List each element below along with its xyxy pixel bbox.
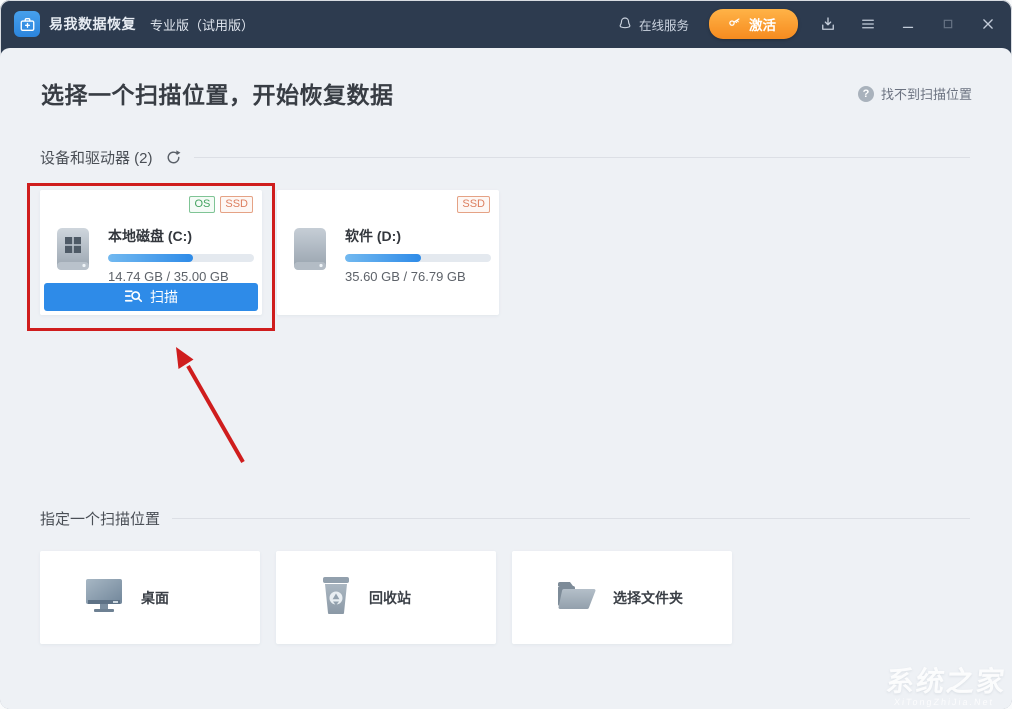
location-label: 选择文件夹 — [613, 589, 683, 606]
hard-drive-icon — [289, 226, 331, 284]
location-label: 回收站 — [369, 589, 411, 606]
help-label: 找不到扫描位置 — [880, 87, 972, 102]
help-link[interactable]: ? 找不到扫描位置 — [857, 84, 972, 103]
close-button[interactable] — [978, 14, 998, 34]
app-edition: 专业版（试用版） — [150, 17, 255, 33]
capacity-bar — [345, 254, 491, 262]
divider — [193, 157, 970, 158]
specify-section-header: 指定一个扫描位置 — [40, 508, 970, 529]
activate-label: 激活 — [749, 18, 776, 33]
capacity-bar-fill — [345, 254, 421, 262]
ssd-badge: SSD — [220, 196, 253, 213]
scan-button[interactable]: 扫描 — [44, 283, 258, 311]
drive-size: 35.60 GB / 76.79 GB — [345, 269, 466, 284]
app-name: 易我数据恢复 — [49, 16, 136, 32]
location-card-desktop[interactable]: 桌面 — [40, 551, 260, 644]
drive-card-software-d[interactable]: SSD 软件 (D:) 35.60 GB / 76.79 GB — [277, 190, 499, 315]
os-badge: OS — [189, 196, 216, 213]
minimize-button[interactable] — [898, 14, 918, 34]
site-watermark: 系统之家 XiTongZhiJia.Net — [884, 660, 1009, 707]
online-service-icon — [617, 15, 633, 34]
location-card-choose-folder[interactable]: 选择文件夹 — [512, 551, 732, 644]
download-icon[interactable] — [818, 14, 838, 34]
menu-icon[interactable] — [858, 14, 878, 34]
devices-section-label: 设备和驱动器 (2) — [40, 150, 153, 167]
capacity-bar-fill — [108, 254, 193, 262]
capacity-bar — [108, 254, 254, 262]
drive-size: 14.74 GB / 35.00 GB — [108, 269, 229, 284]
drive-card-local-c[interactable]: OS SSD 本地磁盘 (C:) 14.74 GB / 35.00 GB 扫描 — [40, 190, 262, 315]
online-service-button[interactable]: 在线服务 — [617, 15, 689, 34]
recycle-bin-icon — [320, 575, 352, 620]
refresh-icon[interactable] — [165, 149, 182, 166]
drive-name: 软件 (D:) — [345, 228, 401, 244]
location-label: 桌面 — [141, 589, 169, 606]
desktop-icon — [84, 577, 124, 618]
help-icon: ? — [857, 85, 874, 102]
watermark-subtext: XiTongZhiJia.Net — [893, 697, 995, 707]
maximize-button — [938, 14, 958, 34]
devices-section-header: 设备和驱动器 (2) — [40, 147, 970, 168]
page-title: 选择一个扫描位置，开始恢复数据 — [41, 82, 394, 108]
main-content: 选择一个扫描位置，开始恢复数据 ? 找不到扫描位置 设备和驱动器 (2) OS … — [0, 48, 1012, 709]
key-icon — [727, 15, 742, 33]
folder-icon — [556, 579, 596, 616]
location-card-recycle-bin[interactable]: 回收站 — [276, 551, 496, 644]
specify-section-label: 指定一个扫描位置 — [40, 511, 161, 528]
titlebar: 易我数据恢复 专业版（试用版） 在线服务 激活 — [0, 0, 1012, 48]
scan-icon — [124, 288, 143, 307]
watermark-text: 系统之家 — [884, 666, 1008, 697]
activate-button[interactable]: 激活 — [709, 9, 798, 39]
online-service-label: 在线服务 — [638, 18, 689, 33]
ssd-badge: SSD — [457, 196, 490, 213]
app-window: 易我数据恢复 专业版（试用版） 在线服务 激活 选择一个扫描位置，开始恢复数据 … — [0, 0, 1012, 709]
hard-drive-windows-icon — [52, 226, 94, 284]
scan-label: 扫描 — [150, 289, 178, 305]
app-logo-icon — [14, 11, 40, 37]
drive-name: 本地磁盘 (C:) — [108, 228, 192, 244]
divider — [172, 518, 970, 519]
